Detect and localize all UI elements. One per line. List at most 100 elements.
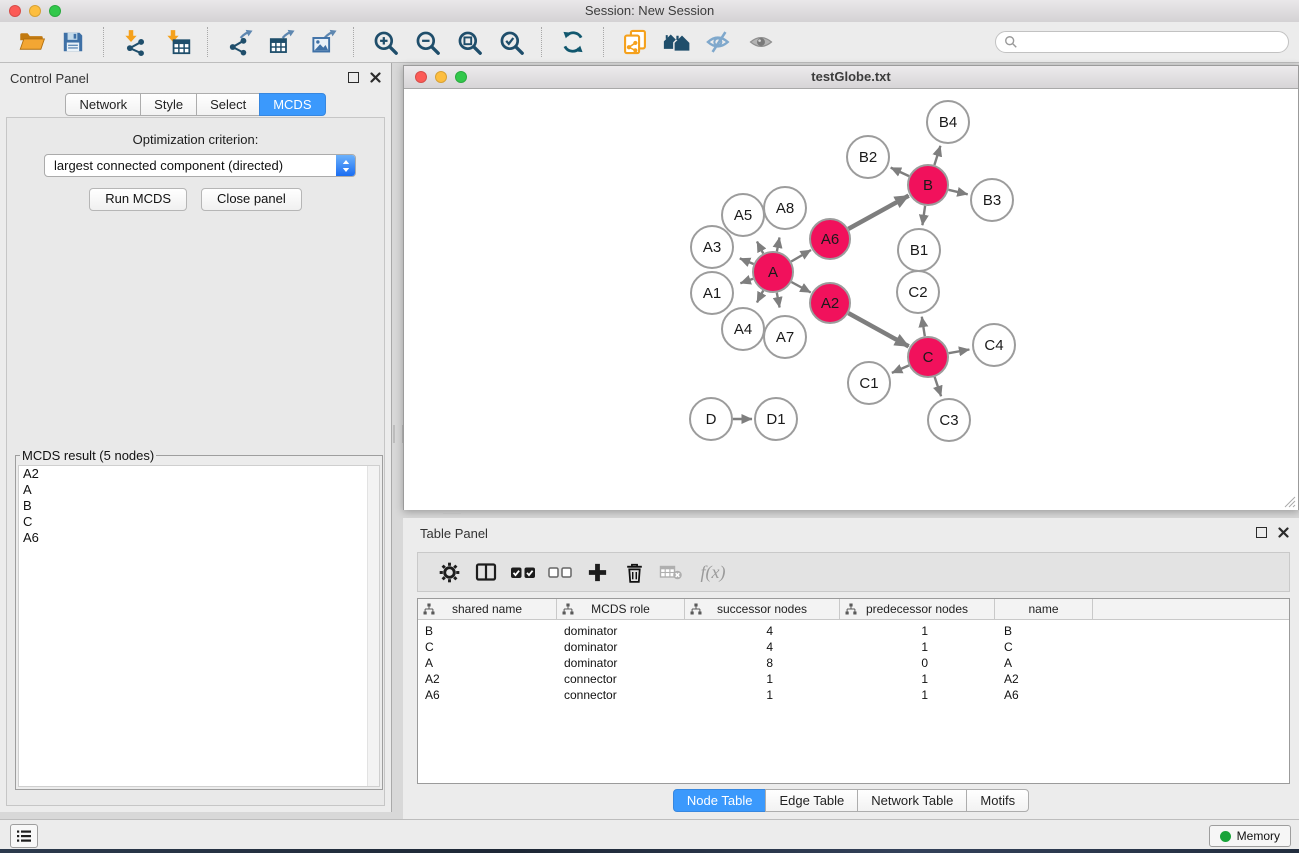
optimization-criterion-select[interactable]: largest connected component (directed) xyxy=(44,154,356,177)
graph-node-B4[interactable]: B4 xyxy=(927,101,969,143)
delete-columns-trash-icon[interactable] xyxy=(617,557,651,587)
graph-node-A3[interactable]: A3 xyxy=(691,226,733,268)
graph-edge-A-A3[interactable] xyxy=(740,258,754,264)
graph-node-D[interactable]: D xyxy=(690,398,732,440)
table-row[interactable]: A2connector11A2 xyxy=(418,671,1289,687)
export-table-icon[interactable] xyxy=(266,27,296,57)
graph-node-C4[interactable]: C4 xyxy=(973,324,1015,366)
close-panel-button[interactable]: Close panel xyxy=(201,188,302,211)
graph-edge-A-A4[interactable] xyxy=(757,291,763,303)
graph-node-A5[interactable]: A5 xyxy=(722,194,764,236)
graph-node-B[interactable]: B xyxy=(908,165,948,205)
tab-network[interactable]: Network xyxy=(65,93,141,116)
float-panel-icon[interactable] xyxy=(348,72,359,83)
table-row[interactable]: A6connector11A6 xyxy=(418,687,1289,703)
mcds-result-item[interactable]: B xyxy=(19,498,379,514)
graph-edge-A-A7[interactable] xyxy=(777,293,780,308)
graph-node-C[interactable]: C xyxy=(908,337,948,377)
graph-edge-B-B2[interactable] xyxy=(891,168,909,177)
graph-edge-B-B1[interactable] xyxy=(922,206,925,225)
graph-node-B3[interactable]: B3 xyxy=(971,179,1013,221)
graph-node-A6[interactable]: A6 xyxy=(810,219,850,259)
zoom-fit-icon[interactable] xyxy=(454,27,484,57)
duplicate-network-icon[interactable] xyxy=(620,27,650,57)
graph-node-D1[interactable]: D1 xyxy=(755,398,797,440)
deselect-all-checkboxes-icon[interactable] xyxy=(543,557,577,587)
close-table-panel-icon[interactable] xyxy=(1278,527,1289,538)
graph-node-B1[interactable]: B1 xyxy=(898,229,940,271)
add-column-plus-icon[interactable] xyxy=(580,557,614,587)
table-row[interactable]: Adominator80A xyxy=(418,655,1289,671)
select-all-checkboxes-icon[interactable] xyxy=(506,557,540,587)
zoom-selected-icon[interactable] xyxy=(496,27,526,57)
save-session-icon[interactable] xyxy=(58,27,88,57)
fit-content-home-icon[interactable] xyxy=(662,27,692,57)
graph-edge-A2-C[interactable] xyxy=(848,313,908,346)
show-all-eye-icon[interactable] xyxy=(746,27,776,57)
graph-node-A1[interactable]: A1 xyxy=(691,272,733,314)
zoom-in-icon[interactable] xyxy=(370,27,400,57)
graph-node-A[interactable]: A xyxy=(753,252,793,292)
mcds-result-item[interactable]: C xyxy=(19,514,379,530)
tab-style[interactable]: Style xyxy=(140,93,197,116)
mcds-result-item[interactable]: A6 xyxy=(19,530,379,546)
import-network-icon[interactable] xyxy=(120,27,150,57)
graph-edge-A-A6[interactable] xyxy=(791,250,811,262)
graph-node-A8[interactable]: A8 xyxy=(764,187,806,229)
graph-node-C2[interactable]: C2 xyxy=(897,271,939,313)
tab-network-table[interactable]: Network Table xyxy=(857,789,967,812)
close-panel-icon[interactable] xyxy=(370,72,381,83)
column-header-MCDS-role[interactable]: MCDS role xyxy=(557,599,685,619)
column-header-successor-nodes[interactable]: successor nodes xyxy=(685,599,840,619)
graph-edge-A-A5[interactable] xyxy=(757,242,763,254)
graph-node-C1[interactable]: C1 xyxy=(848,362,890,404)
export-image-icon[interactable] xyxy=(308,27,338,57)
column-header-predecessor-nodes[interactable]: predecessor nodes xyxy=(840,599,995,619)
graph-edge-C-C4[interactable] xyxy=(949,350,970,354)
graph-edge-C-C3[interactable] xyxy=(935,377,942,396)
graph-node-A2[interactable]: A2 xyxy=(810,283,850,323)
graph-edge-C-C2[interactable] xyxy=(922,317,925,337)
graph-edge-B-B4[interactable] xyxy=(934,146,940,165)
network-canvas[interactable]: A A1 A2 A3 A4 A5 A6 A7 A8 B B1 B2 B3B4 C C1 C2 C3C4 D D1 xyxy=(404,89,1298,510)
tab-mcds[interactable]: MCDS xyxy=(259,93,325,116)
function-builder-button[interactable]: f(x) xyxy=(691,557,735,587)
graph-edge-A-A1[interactable] xyxy=(740,279,753,283)
refresh-view-icon[interactable] xyxy=(558,27,588,57)
memory-button[interactable]: Memory xyxy=(1209,825,1291,847)
tab-edge-table[interactable]: Edge Table xyxy=(765,789,858,812)
float-table-panel-icon[interactable] xyxy=(1256,527,1267,538)
graph-edge-A-A2[interactable] xyxy=(791,282,810,293)
graph-edge-A-A8[interactable] xyxy=(777,238,780,252)
tab-select[interactable]: Select xyxy=(196,93,260,116)
hide-selected-eye-slash-icon[interactable] xyxy=(704,27,734,57)
mcds-result-item[interactable]: A xyxy=(19,482,379,498)
task-history-list-button[interactable] xyxy=(10,824,38,848)
export-network-icon[interactable] xyxy=(224,27,254,57)
search-field[interactable] xyxy=(995,31,1289,53)
tab-motifs[interactable]: Motifs xyxy=(966,789,1029,812)
search-input[interactable] xyxy=(1023,34,1288,50)
run-mcds-button[interactable]: Run MCDS xyxy=(89,188,187,211)
graph-edge-C-C1[interactable] xyxy=(892,366,909,373)
table-settings-gear-icon[interactable] xyxy=(432,557,466,587)
import-table-icon[interactable] xyxy=(162,27,192,57)
tab-node-table[interactable]: Node Table xyxy=(673,789,767,812)
scrollbar-track[interactable] xyxy=(367,466,379,786)
table-row[interactable]: Cdominator41C xyxy=(418,639,1289,655)
graph-node-A4[interactable]: A4 xyxy=(722,308,764,350)
column-header-shared-name[interactable]: shared name xyxy=(418,599,557,619)
column-header-name[interactable]: name xyxy=(995,599,1093,619)
delete-table-icon[interactable] xyxy=(654,557,688,587)
graph-node-A7[interactable]: A7 xyxy=(764,316,806,358)
mcds-result-item[interactable]: A2 xyxy=(19,466,379,482)
split-table-icon[interactable] xyxy=(469,557,503,587)
zoom-out-icon[interactable] xyxy=(412,27,442,57)
open-file-icon[interactable] xyxy=(16,27,46,57)
table-row[interactable]: Bdominator41B xyxy=(418,623,1289,639)
graph-node-C3[interactable]: C3 xyxy=(928,399,970,441)
window-resize-grip[interactable] xyxy=(1282,494,1296,508)
graph-node-B2[interactable]: B2 xyxy=(847,136,889,178)
graph-edge-A6-B[interactable] xyxy=(848,196,908,229)
graph-edge-B-B3[interactable] xyxy=(948,190,967,195)
